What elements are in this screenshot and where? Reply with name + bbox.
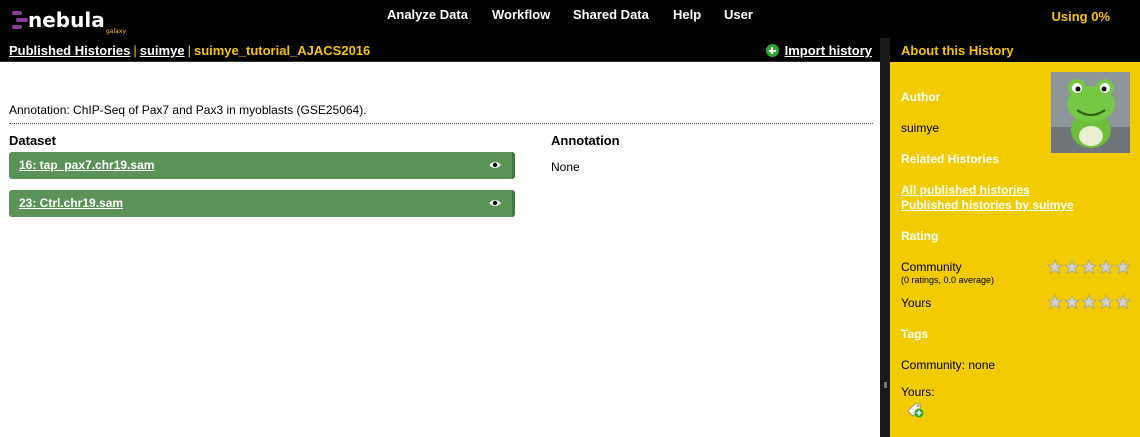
breadcrumb-separator: |: [133, 43, 137, 58]
import-history-label: Import history: [784, 43, 872, 58]
plus-icon: [765, 44, 779, 57]
usage-indicator: Using 0%: [1051, 9, 1110, 24]
svg-text:nebula: nebula: [28, 8, 105, 32]
right-panel-header: About this History: [890, 38, 1140, 62]
community-tags: Community: none: [901, 358, 996, 372]
community-rating-stars: [1047, 259, 1131, 275]
history-annotation: Annotation: ChIP-Seq of Pax7 and Pax3 in…: [9, 103, 873, 124]
add-tag-icon[interactable]: [907, 401, 924, 418]
dataset-row[interactable]: 16: tap_pax7.chr19.sam: [9, 152, 515, 179]
breadcrumb-current: suimye_tutorial_AJACS2016: [193, 43, 371, 58]
dataset-annotation: None: [551, 160, 580, 174]
link-all-published-histories[interactable]: All published histories: [901, 183, 1030, 197]
column-header-dataset: Dataset: [9, 133, 56, 148]
panel-divider[interactable]: [880, 38, 890, 437]
import-history-button[interactable]: Import history: [765, 43, 872, 58]
divider-handle[interactable]: [884, 382, 887, 388]
main-content: Annotation: ChIP-Seq of Pax7 and Pax3 in…: [0, 62, 880, 437]
community-rating-label: Community: [901, 260, 962, 274]
avatar: [1051, 72, 1130, 153]
your-tags-label: Yours:: [901, 385, 935, 399]
breadcrumb-user[interactable]: suimye: [140, 43, 185, 58]
rating-heading: Rating: [901, 229, 939, 243]
nav-shared-data[interactable]: Shared Data: [573, 7, 649, 22]
breadcrumb-separator: |: [187, 43, 191, 58]
masthead: nebula galaxy Analyze Data Workflow Shar…: [0, 0, 1140, 38]
community-rating-detail: (0 ratings, 0.0 average): [901, 275, 995, 285]
your-rating-label: Yours: [901, 296, 932, 310]
breadcrumb-published-histories[interactable]: Published Histories: [9, 43, 130, 58]
nav-workflow[interactable]: Workflow: [492, 7, 550, 22]
eye-icon[interactable]: [489, 161, 501, 169]
related-histories-heading: Related Histories: [901, 152, 1000, 166]
dataset-title[interactable]: 16: tap_pax7.chr19.sam: [19, 158, 154, 172]
author-name: suimye: [901, 121, 940, 135]
nav-analyze-data[interactable]: Analyze Data: [387, 7, 468, 22]
eye-icon[interactable]: [489, 199, 501, 207]
nav-user[interactable]: User: [724, 7, 753, 22]
dataset-title[interactable]: 23: Ctrl.chr19.sam: [19, 196, 123, 210]
svg-text:galaxy: galaxy: [106, 28, 126, 35]
dataset-row[interactable]: 23: Ctrl.chr19.sam: [9, 190, 515, 217]
column-header-annotation: Annotation: [551, 133, 620, 148]
nav-help[interactable]: Help: [673, 7, 701, 22]
right-panel: Author suimye Related Histories All publ…: [890, 62, 1140, 437]
history-title-bar: Published Histories | suimye | suimye_tutori…: [0, 38, 880, 62]
tags-heading: Tags: [901, 327, 929, 341]
nebula-logo[interactable]: nebula galaxy: [10, 3, 142, 35]
your-rating-stars[interactable]: [1047, 294, 1131, 310]
link-published-histories-by-user[interactable]: Published histories by suimye: [901, 198, 1074, 212]
author-heading: Author: [901, 90, 941, 104]
breadcrumb: Published Histories | suimye | suimye_tutori…: [9, 43, 370, 58]
right-panel-title: About this History: [901, 43, 1014, 58]
